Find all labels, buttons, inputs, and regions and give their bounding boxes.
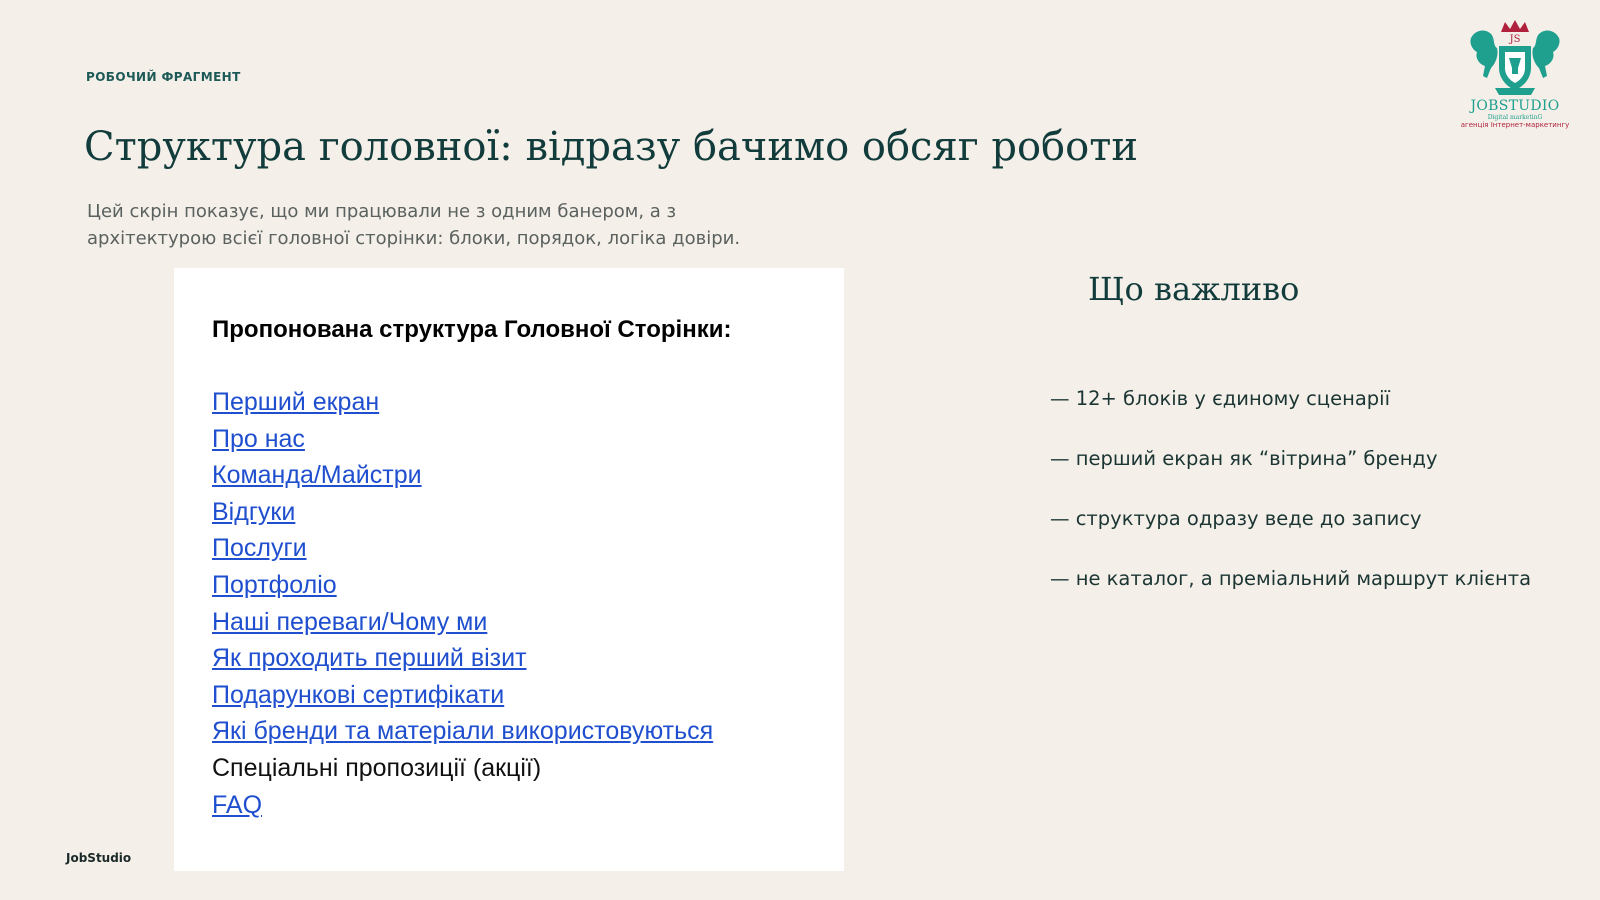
list-item: Як проходить перший візит [212,640,713,677]
key-points-list: — 12+ блоків у єдиному сценарії — перший… [1050,382,1531,622]
list-item: Подарункові сертифікати [212,677,713,714]
structure-list: Перший екран Про нас Команда/Майстри Від… [212,384,713,823]
homepage-structure-screenshot: Пропонована структура Головної Сторінки:… [174,268,844,871]
list-item: FAQ [212,787,713,824]
footer-brand: JobStudio [66,851,132,865]
list-item: Наші переваги/Чому ми [212,604,713,641]
structure-link-advantages[interactable]: Наші переваги/Чому ми [212,608,487,636]
list-item: Портфоліо [212,567,713,604]
crest-icon: JS [1470,20,1560,95]
jobstudio-logo: JS JOBSTUDIO Digital marketinG агенція І… [1456,18,1574,140]
list-item: Про нас [212,421,713,458]
structure-link-services[interactable]: Послуги [212,534,307,562]
list-item: Команда/Майстри [212,457,713,494]
page-title: Структура головної: відразу бачимо обсяг… [84,124,1139,170]
structure-item-special-offers: Спеціальні пропозиції (акції) [212,753,542,782]
structure-link-first-screen[interactable]: Перший екран [212,388,379,416]
svg-text:JS: JS [1509,34,1521,45]
logo-name: JOBSTUDIO [1470,98,1560,114]
list-item: Спеціальні пропозиції (акції) [212,750,713,787]
list-item: Послуги [212,530,713,567]
page-subtitle: Цей скрін показує, що ми працювали не з … [87,201,741,249]
structure-link-about[interactable]: Про нас [212,425,305,453]
section-kicker: РОБОЧИЙ ФРАГМЕНТ [86,70,241,84]
structure-heading: Пропонована структура Головної Сторінки: [212,316,732,343]
key-points-heading: Що важливо [1088,270,1300,308]
list-item: Відгуки [212,494,713,531]
structure-link-gift-certificates[interactable]: Подарункові сертифікати [212,681,504,709]
structure-link-portfolio[interactable]: Портфоліо [212,571,337,599]
key-point: — 12+ блоків у єдиному сценарії [1050,387,1390,410]
structure-link-first-visit[interactable]: Як проходить перший візит [212,644,527,672]
key-point: — перший екран як “вітрина” бренду [1050,447,1438,470]
structure-link-team[interactable]: Команда/Майстри [212,461,422,489]
structure-link-brands-materials[interactable]: Які бренди та матеріали використовуються [212,717,713,745]
structure-link-reviews[interactable]: Відгуки [212,498,295,526]
structure-link-faq[interactable]: FAQ [212,791,262,819]
logo-subtagline: агенція Інтернет-маркетингу [1460,121,1570,129]
key-point: — структура одразу веде до запису [1050,507,1422,530]
key-point: — не каталог, а преміальний маршрут кліє… [1050,567,1532,590]
list-item: Які бренди та матеріали використовуються [212,713,713,750]
logo-tagline: Digital marketinG [1487,114,1543,121]
list-item: Перший екран [212,384,713,421]
